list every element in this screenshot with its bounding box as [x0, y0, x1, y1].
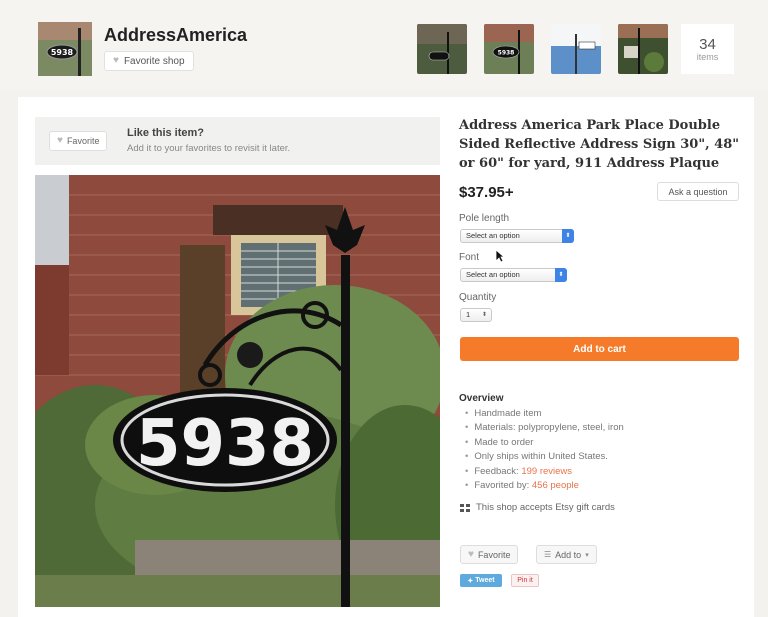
like-subtitle: Add it to your favorites to revisit it l… [127, 143, 291, 154]
ask-question-button[interactable]: Ask a question [657, 182, 739, 201]
cursor-icon [495, 249, 505, 263]
chevron-down-icon: ▾ [585, 551, 589, 559]
shop-item-thumbnail[interactable] [551, 24, 601, 74]
add-to-list-button[interactable]: ☰ Add to ▾ [536, 545, 597, 564]
product-title: Address America Park Place Double Sided … [459, 118, 740, 171]
overview-item: Handmade item [465, 407, 624, 421]
shop-item-thumbnail[interactable] [618, 24, 668, 74]
shop-item-thumbnail[interactable]: 5938 [484, 24, 534, 74]
gift-cards-note: This shop accepts Etsy gift cards [460, 502, 615, 513]
favorite-label: Favorite [66, 136, 100, 146]
favorite-item-button[interactable]: ♥ Favorite [460, 545, 519, 564]
favorited-link[interactable]: 456 people [532, 480, 579, 491]
overview-list: Handmade item Materials: polypropylene, … [465, 407, 624, 493]
gift-card-icon [460, 503, 470, 512]
tweet-label: Tweet [475, 577, 495, 584]
product-photo[interactable]: 5938 [35, 175, 440, 607]
overview-title: Overview [459, 393, 504, 404]
items-count[interactable]: 34 items [681, 24, 734, 74]
overview-favorited: Favorited by: 456 people [465, 479, 624, 493]
shop-item-thumbnail[interactable] [417, 24, 467, 74]
overview-item: Only ships within United States. [465, 450, 624, 464]
list-icon: ☰ [544, 550, 552, 559]
svg-text:5938: 5938 [498, 50, 515, 57]
pole-length-select[interactable]: Select an option ⬍ [460, 229, 574, 243]
reviews-link[interactable]: 199 reviews [521, 466, 572, 477]
font-select[interactable]: Select an option ⬍ [460, 268, 567, 282]
shop-avatar[interactable]: 5938 [38, 22, 92, 76]
overview-item: Materials: polypropylene, steel, iron [465, 421, 623, 435]
add-to-label: Add to [555, 549, 582, 560]
font-value: Select an option [466, 270, 520, 279]
shop-header: 5938 AddressAmerica ♥ Favorite shop 5938 [0, 0, 768, 90]
product-price: $37.95+ [459, 184, 514, 201]
font-label: Font [459, 252, 480, 263]
favorited-prefix: Favorited by: [474, 480, 532, 492]
heart-icon: ♥ [113, 55, 119, 66]
chevron-down-icon: ⬍ [555, 268, 567, 282]
quantity-select[interactable]: 1 ⬍ [460, 308, 492, 322]
sign-number: 5938 [136, 407, 314, 481]
like-title: Like this item? [127, 127, 205, 139]
pin-it-button[interactable]: Pin it [511, 574, 539, 587]
svg-text:5938: 5938 [51, 48, 74, 57]
twitter-icon: ✦ [467, 577, 474, 585]
tweet-button[interactable]: ✦ Tweet [460, 574, 502, 587]
pole-length-label: Pole length [459, 213, 510, 224]
add-to-cart-button[interactable]: Add to cart [460, 337, 739, 361]
chevron-down-icon: ⬍ [481, 312, 487, 318]
like-item-bar: ♥ Favorite Like this item? Add it to you… [35, 117, 440, 165]
heart-icon: ♥ [57, 135, 63, 146]
items-count-label: items [696, 52, 719, 62]
heart-icon: ♥ [468, 548, 474, 560]
quantity-value: 1 [466, 310, 471, 319]
favorite-shop-label: Favorite shop [123, 55, 185, 67]
chevron-down-icon: ⬍ [562, 229, 574, 243]
overview-item: Made to order [465, 436, 624, 450]
quantity-label: Quantity [459, 292, 497, 303]
gift-cards-text: This shop accepts Etsy gift cards [476, 502, 615, 513]
shop-item-thumbnails: 5938 [417, 24, 668, 74]
pole-length-value: Select an option [466, 231, 520, 240]
shop-name[interactable]: AddressAmerica [104, 25, 247, 46]
favorite-item-label: Favorite [477, 549, 511, 560]
overview-feedback: Feedback: 199 reviews [465, 465, 624, 479]
items-count-number: 34 [699, 36, 716, 53]
favorite-button[interactable]: ♥ Favorite [49, 131, 108, 151]
feedback-prefix: Feedback: [474, 465, 522, 477]
favorite-shop-button[interactable]: ♥ Favorite shop [104, 51, 194, 71]
